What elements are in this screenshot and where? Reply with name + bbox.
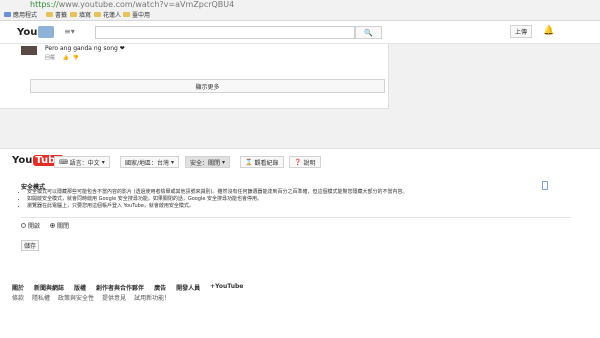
folder-icon [123, 12, 130, 17]
hourglass-icon: ⌛ [245, 158, 253, 166]
footer-link-terms[interactable]: 條款 [12, 293, 24, 302]
footer-link-privacy[interactable]: 隱私權 [32, 293, 50, 302]
reply-link[interactable]: 回覆 [45, 55, 55, 61]
footer-links: 關於 新聞與網誌 版權 創作者與合作夥伴 廣告 開發人員 +YouTube [12, 283, 243, 292]
footer-link-try-new[interactable]: 試用新功能！ [134, 293, 170, 302]
chevron-down-icon: ▾ [101, 158, 105, 166]
folder-icon [46, 12, 53, 17]
masthead: You ≡▾ 🔍 上傳 🔔 [0, 21, 600, 44]
country-button[interactable]: 國家/地區：台灣 ▾ [120, 156, 180, 168]
save-button[interactable]: 儲存 [21, 240, 39, 251]
help-button[interactable]: ❓ 說明 [289, 156, 321, 168]
page-content: Pero ang ganda ng song ❤ 回覆 👍 👎 顯示更多 [0, 44, 600, 148]
address-url[interactable]: https://www.youtube.com/watch?v=aVmZpcrQ… [30, 0, 234, 9]
bookmark-folder-1[interactable]: 書籤 [46, 10, 67, 19]
divider [21, 217, 571, 218]
bookmark-folder-4[interactable]: 臺中用 [123, 10, 150, 19]
footer-bar: You Tube ⌨ 語言：中文 ▾ 國家/地區：台灣 ▾ 安全：關閉 ▾ ⌛ 觀看紀錄 ❓… [0, 148, 600, 174]
safety-mode-panel: 安全模式 安全模式可以隱藏那些可能包含不當內容的影片 (透過使用者檢舉或其他訊號… [15, 176, 575, 261]
footer-link-ads[interactable]: 廣告 [154, 283, 166, 292]
chevron-down-icon: ▾ [222, 158, 226, 166]
safety-description-list: 安全模式可以隱藏那些可能包含不當內容的影片 (透過使用者檢舉或其他訊號來識別)。… [27, 189, 557, 210]
footer-link-copyright[interactable]: 版權 [74, 283, 86, 292]
radio-icon [21, 223, 26, 228]
radio-selected-icon [50, 223, 55, 228]
globe-icon: ⌨ [59, 158, 68, 166]
footer-link-plus-youtube[interactable]: +YouTube [210, 283, 243, 292]
comment-text: Pero ang ganda ng song ❤ [45, 45, 125, 52]
list-item: 安全模式可以隱藏那些可能包含不當內容的影片 (透過使用者檢舉或其他訊號來識別)。… [27, 189, 557, 196]
bell-icon[interactable]: 🔔 [543, 26, 554, 36]
language-button[interactable]: ⌨ 語言：中文 ▾ [54, 156, 110, 168]
comment-actions: 回覆 👍 👎 [45, 54, 79, 61]
footer-link-policy[interactable]: 政策與安全性 [58, 293, 94, 302]
footer-link-about[interactable]: 關於 [12, 283, 24, 292]
bookmark-folder-3[interactable]: 花蓮人 [94, 10, 121, 19]
bookmarks-bar: 應用程式 書籤 填寫 花蓮人 臺中用 [0, 9, 600, 21]
bookmark-folder-2[interactable]: 填寫 [70, 10, 91, 19]
apps-icon [4, 12, 11, 17]
bookmark-apps[interactable]: 應用程式 [4, 10, 37, 19]
footer-link-creators[interactable]: 創作者與合作夥伴 [96, 283, 144, 292]
thumbs-down-icon[interactable]: 👎 [72, 55, 78, 61]
avatar[interactable] [21, 46, 37, 55]
list-item: 如開啟安全模式，就會同時啟用 Google 安全搜尋功能。如果關閉的話，Goog… [27, 196, 557, 203]
safety-button[interactable]: 安全：關閉 ▾ [185, 156, 231, 168]
search-icon: 🔍 [364, 28, 373, 37]
logo-overlay [38, 26, 55, 38]
search-button[interactable]: 🔍 [355, 26, 382, 39]
help-icon: ❓ [294, 158, 302, 166]
footer-sublinks: 條款 隱私權 政策與安全性 提供意見 試用新功能！ [12, 293, 170, 302]
folder-icon [94, 12, 101, 17]
thumbs-up-icon[interactable]: 👍 [63, 55, 69, 61]
upload-button[interactable]: 上傳 [510, 25, 532, 38]
comments-section: Pero ang ganda ng song ❤ 回覆 👍 👎 顯示更多 [0, 44, 389, 109]
youtube-logo[interactable]: You [17, 26, 55, 38]
menu-icon[interactable]: ≡▾ [64, 27, 75, 36]
footer-link-developers[interactable]: 開發人員 [176, 283, 200, 292]
folder-icon [70, 12, 77, 17]
list-item: 瀏覽器在此電腦上，只要您用這個帳戶登入 YouTube，就會啟用安全模式。 [27, 203, 557, 210]
search-input[interactable] [95, 26, 355, 39]
chevron-down-icon: ▾ [171, 158, 175, 166]
safety-on-radio[interactable]: 開啟 [21, 221, 40, 230]
history-button[interactable]: ⌛ 觀看紀錄 [240, 156, 284, 168]
footer-link-press[interactable]: 新聞與網誌 [34, 283, 64, 292]
safety-off-radio[interactable]: 關閉 [50, 221, 69, 230]
footer-link-feedback[interactable]: 提供意見 [102, 293, 126, 302]
show-more-button[interactable]: 顯示更多 [30, 79, 385, 93]
